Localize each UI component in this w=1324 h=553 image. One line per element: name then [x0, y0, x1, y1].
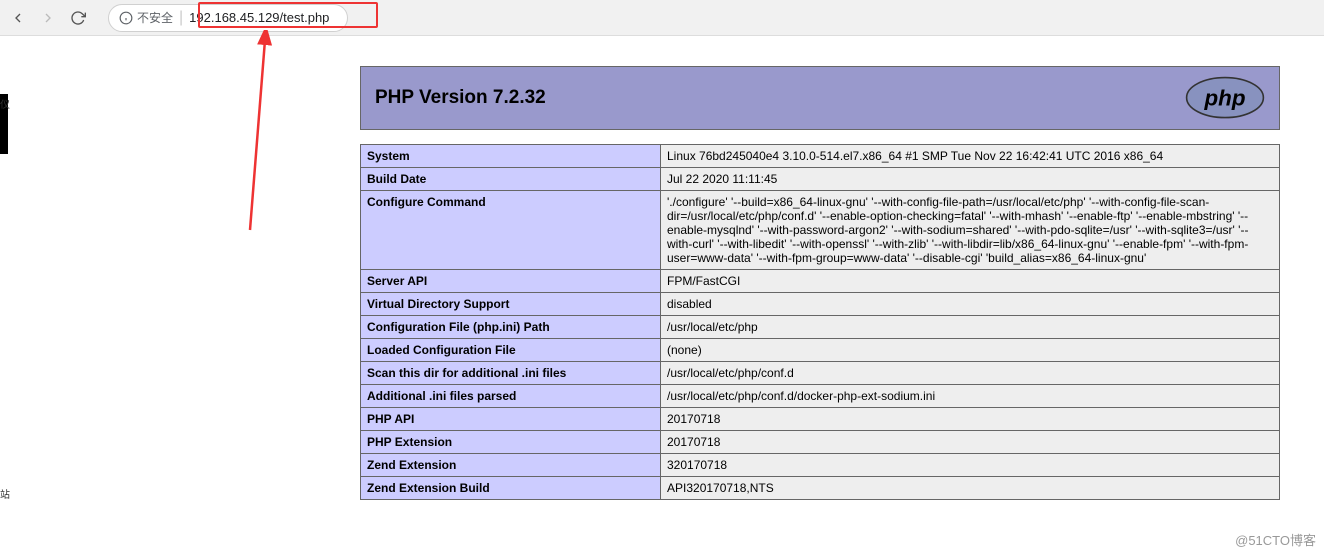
config-key: PHP API	[361, 408, 661, 431]
phpinfo-table: SystemLinux 76bd245040e4 3.10.0-514.el7.…	[360, 144, 1280, 500]
config-key: Build Date	[361, 168, 661, 191]
config-key: Scan this dir for additional .ini files	[361, 362, 661, 385]
config-key: Additional .ini files parsed	[361, 385, 661, 408]
table-row: Configuration File (php.ini) Path/usr/lo…	[361, 316, 1280, 339]
table-row: Zend Extension320170718	[361, 454, 1280, 477]
config-value: API320170718,NTS	[661, 477, 1280, 500]
config-key: Configure Command	[361, 191, 661, 270]
php-logo-icon: php	[1185, 76, 1265, 120]
table-row: Configure Command'./configure' '--build=…	[361, 191, 1280, 270]
phpinfo-container: PHP Version 7.2.32 php SystemLinux 76bd2…	[360, 66, 1280, 500]
config-value: 20170718	[661, 431, 1280, 454]
insecure-label: 不安全	[137, 9, 173, 26]
config-key: Zend Extension	[361, 454, 661, 477]
config-key: PHP Extension	[361, 431, 661, 454]
phpinfo-header: PHP Version 7.2.32 php	[360, 66, 1280, 130]
table-row: Scan this dir for additional .ini files/…	[361, 362, 1280, 385]
table-row: Additional .ini files parsed/usr/local/e…	[361, 385, 1280, 408]
page-title: PHP Version 7.2.32	[375, 87, 546, 109]
config-key: Server API	[361, 270, 661, 293]
config-value: 320170718	[661, 454, 1280, 477]
config-key: Virtual Directory Support	[361, 293, 661, 316]
side-label-1: 仪	[0, 96, 10, 111]
table-row: PHP API20170718	[361, 408, 1280, 431]
config-value: /usr/local/etc/php/conf.d/docker-php-ext…	[661, 385, 1280, 408]
config-value: /usr/local/etc/php	[661, 316, 1280, 339]
address-bar[interactable]: 不安全 | 192.168.45.129/test.php	[108, 4, 348, 32]
config-value: FPM/FastCGI	[661, 270, 1280, 293]
side-label-2: 站	[0, 486, 10, 501]
config-key: Zend Extension Build	[361, 477, 661, 500]
reload-button[interactable]	[68, 8, 88, 28]
config-value: /usr/local/etc/php/conf.d	[661, 362, 1280, 385]
table-row: SystemLinux 76bd245040e4 3.10.0-514.el7.…	[361, 145, 1280, 168]
config-value: disabled	[661, 293, 1280, 316]
watermark: @51CTO博客	[1235, 530, 1316, 549]
config-value: Linux 76bd245040e4 3.10.0-514.el7.x86_64…	[661, 145, 1280, 168]
config-value: (none)	[661, 339, 1280, 362]
config-value: 20170718	[661, 408, 1280, 431]
table-row: PHP Extension20170718	[361, 431, 1280, 454]
table-row: Loaded Configuration File(none)	[361, 339, 1280, 362]
table-row: Virtual Directory Supportdisabled	[361, 293, 1280, 316]
config-value: './configure' '--build=x86_64-linux-gnu'…	[661, 191, 1280, 270]
browser-toolbar: 不安全 | 192.168.45.129/test.php	[0, 0, 1324, 36]
svg-text:php: php	[1203, 86, 1245, 111]
table-row: Build DateJul 22 2020 11:11:45	[361, 168, 1280, 191]
table-row: Server APIFPM/FastCGI	[361, 270, 1280, 293]
table-row: Zend Extension BuildAPI320170718,NTS	[361, 477, 1280, 500]
forward-button[interactable]	[38, 8, 58, 28]
config-key: Configuration File (php.ini) Path	[361, 316, 661, 339]
config-key: Loaded Configuration File	[361, 339, 661, 362]
back-button[interactable]	[8, 8, 28, 28]
url-text: 192.168.45.129/test.php	[189, 10, 329, 25]
insecure-indicator: 不安全	[119, 9, 173, 26]
config-key: System	[361, 145, 661, 168]
page-content: 仪 站 PHP Version 7.2.32 php SystemLinux 7…	[0, 36, 1324, 553]
config-value: Jul 22 2020 11:11:45	[661, 168, 1280, 191]
info-icon	[119, 11, 133, 25]
